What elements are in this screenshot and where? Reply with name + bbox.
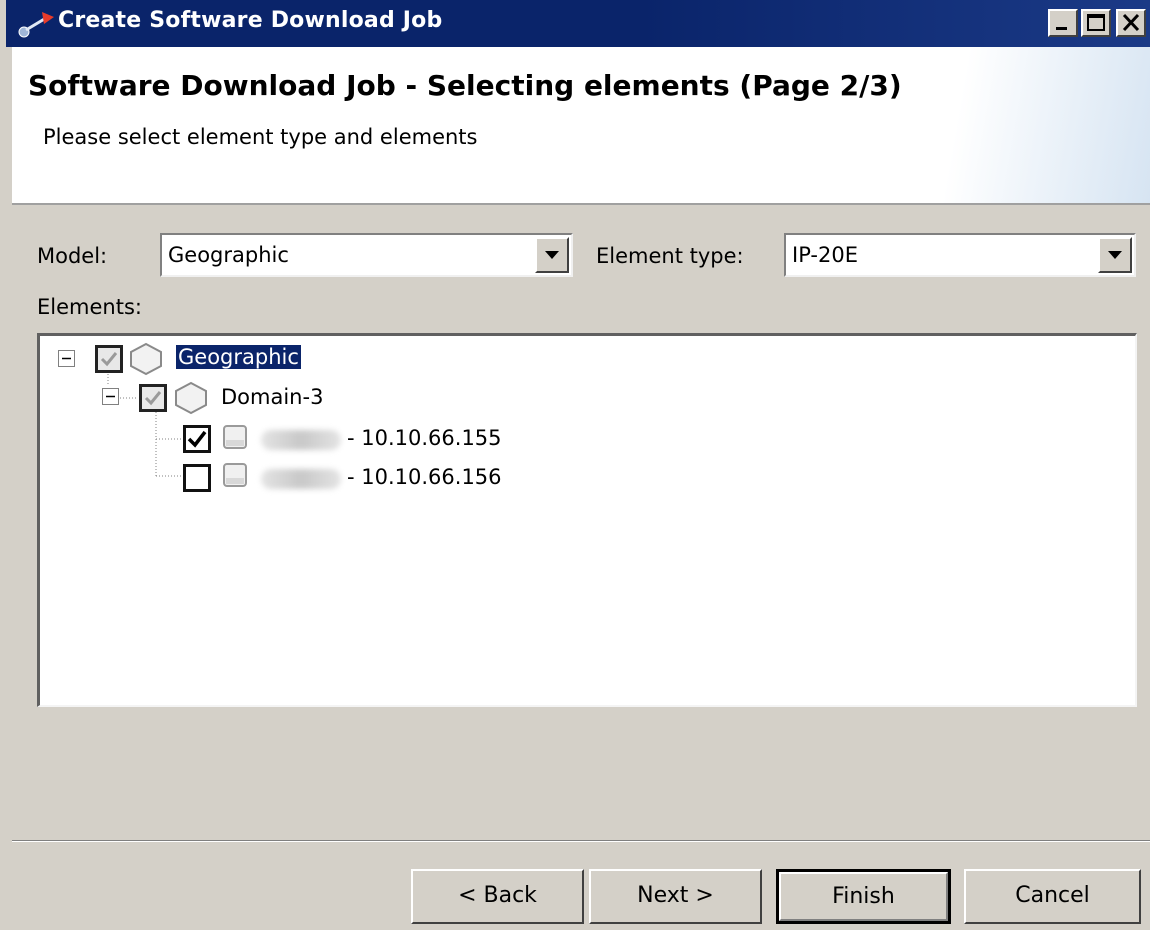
model-value: Geographic bbox=[168, 243, 289, 267]
finish-button[interactable]: Finish bbox=[776, 869, 951, 924]
collapse-icon[interactable] bbox=[102, 388, 120, 406]
wizard-header: Software Download Job - Selecting elemen… bbox=[12, 47, 1150, 205]
geographic-label[interactable]: Geographic bbox=[175, 344, 302, 370]
elements-tree[interactable]: Geographic Domain-3 - 10.10.66.155 - 10.… bbox=[37, 333, 1137, 707]
minimize-button[interactable] bbox=[1048, 9, 1078, 37]
network-element-icon bbox=[223, 425, 247, 449]
check-indeterminate-icon bbox=[100, 352, 118, 367]
element-type-value: IP-20E bbox=[792, 243, 858, 267]
finish-button-label: Finish bbox=[832, 884, 895, 909]
next-button-label: Next > bbox=[637, 883, 714, 908]
chevron-down-icon bbox=[545, 251, 559, 259]
page-subtitle: Please select element type and elements bbox=[43, 125, 478, 149]
close-icon bbox=[1122, 13, 1140, 32]
element-2-label[interactable]: - 10.10.66.156 bbox=[347, 465, 502, 489]
window-title: Create Software Download Job bbox=[58, 8, 443, 33]
cancel-button[interactable]: Cancel bbox=[964, 869, 1141, 924]
redacted-name bbox=[261, 430, 341, 450]
next-button[interactable]: Next > bbox=[589, 869, 762, 924]
model-select[interactable]: Geographic bbox=[160, 233, 573, 277]
element-1-label[interactable]: - 10.10.66.155 bbox=[347, 426, 502, 450]
domain-3-label[interactable]: Domain-3 bbox=[221, 385, 323, 409]
redacted-name bbox=[261, 469, 341, 489]
element-type-select[interactable]: IP-20E bbox=[784, 233, 1136, 277]
back-button-label: < Back bbox=[458, 883, 537, 908]
cancel-button-label: Cancel bbox=[1015, 883, 1090, 908]
element-type-label: Element type: bbox=[596, 244, 744, 268]
page-title: Software Download Job - Selecting elemen… bbox=[28, 69, 902, 102]
geographic-checkbox[interactable] bbox=[95, 345, 123, 373]
chevron-down-icon bbox=[1108, 251, 1122, 259]
model-label: Model: bbox=[37, 244, 108, 268]
element-type-dropdown-button[interactable] bbox=[1098, 237, 1132, 273]
element-1-checkbox[interactable] bbox=[183, 425, 211, 453]
maximize-icon bbox=[1087, 14, 1105, 31]
collapse-icon[interactable] bbox=[58, 350, 76, 368]
hexagon-node-icon bbox=[175, 381, 207, 415]
hexagon-node-icon bbox=[130, 342, 162, 376]
check-indeterminate-icon bbox=[144, 391, 162, 406]
elements-label: Elements: bbox=[37, 295, 142, 319]
minimize-icon bbox=[1056, 27, 1067, 30]
footer-separator bbox=[12, 840, 1150, 842]
dialog-window: Create Software Download Job Software Do… bbox=[0, 0, 1150, 930]
close-button[interactable] bbox=[1116, 9, 1146, 37]
app-icon bbox=[18, 12, 54, 38]
checkmark-icon bbox=[187, 430, 207, 448]
maximize-button[interactable] bbox=[1081, 9, 1111, 37]
model-dropdown-button[interactable] bbox=[535, 237, 569, 273]
back-button[interactable]: < Back bbox=[411, 869, 584, 924]
network-element-icon bbox=[223, 463, 247, 487]
domain-3-checkbox[interactable] bbox=[139, 384, 167, 412]
element-2-checkbox[interactable] bbox=[183, 464, 211, 492]
title-bar[interactable]: Create Software Download Job bbox=[6, 0, 1150, 47]
